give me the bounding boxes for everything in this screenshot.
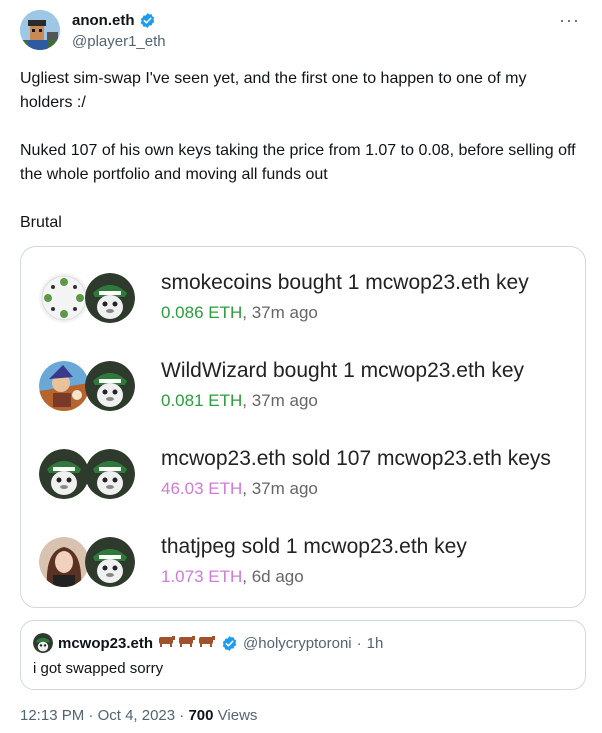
quoted-avatar [33, 633, 53, 653]
quoted-display-name: mcwop23.eth [58, 634, 154, 652]
trade-row: WildWizard bought 1 mcwop23.eth key 0.08… [39, 355, 579, 425]
trade-time: , 37m ago [242, 479, 318, 498]
trader-avatar [39, 361, 89, 411]
trade-detail: 0.081 ETH, 37m ago [161, 391, 318, 411]
trade-action: smokecoins bought 1 mcwop23.eth key [161, 271, 529, 294]
quoted-handle: @holycryptoroni [243, 634, 352, 652]
author-avatar[interactable] [20, 10, 60, 50]
trade-price: 1.073 ETH [161, 567, 243, 586]
trader-avatar [39, 273, 89, 323]
cow-emoji-icons [158, 634, 216, 652]
trade-detail: 0.086 ETH, 37m ago [161, 303, 318, 323]
verified-badge-icon [222, 635, 237, 651]
trade-detail: 46.03 ETH, 37m ago [161, 479, 318, 499]
tweet-text: Ugliest sim-swap I've seen yet, and the … [20, 67, 580, 235]
views-label: Views [217, 707, 258, 724]
trade-price: 0.086 ETH [161, 303, 243, 322]
trade-row: thatjpeg sold 1 mcwop23.eth key 1.073 ET… [39, 531, 579, 601]
trade-time: , 37m ago [242, 303, 318, 322]
tweet-meta: 12:13 PM · Oct 4, 2023 · 700 Views [20, 707, 257, 724]
quoted-text: i got swapped sorry [33, 660, 164, 677]
subject-avatar [85, 537, 135, 587]
subject-avatar [85, 449, 135, 499]
trade-detail: 1.073 ETH, 6d ago [161, 567, 304, 587]
trade-price: 46.03 ETH [161, 479, 243, 498]
media-card[interactable]: smokecoins bought 1 mcwop23.eth key 0.08… [20, 246, 586, 608]
trader-avatar [39, 449, 89, 499]
trade-row: smokecoins bought 1 mcwop23.eth key 0.08… [39, 267, 579, 337]
tweet-paragraph: Nuked 107 of his own keys taking the pri… [20, 142, 576, 183]
tweet-date[interactable]: Oct 4, 2023 [98, 707, 176, 724]
trade-time: , 6d ago [242, 567, 304, 586]
subject-avatar [85, 361, 135, 411]
trade-row: mcwop23.eth sold 107 mcwop23.eth keys 46… [39, 443, 579, 513]
subject-avatar [85, 273, 135, 323]
separator-dot: · [356, 634, 362, 652]
trade-action: thatjpeg sold 1 mcwop23.eth key [161, 535, 467, 558]
tweet-paragraph: Ugliest sim-swap I've seen yet, and the … [20, 70, 527, 111]
author-handle[interactable]: @player1_eth [72, 33, 166, 50]
trader-avatar [39, 537, 89, 587]
trade-action: WildWizard bought 1 mcwop23.eth key [161, 359, 524, 382]
trade-price: 0.081 ETH [161, 391, 243, 410]
tweet-paragraph: Brutal [20, 214, 62, 231]
quoted-time: 1h [366, 634, 384, 652]
verified-badge-icon [140, 13, 154, 28]
more-options-icon[interactable]: ··· [559, 10, 580, 31]
separator-dot: · [179, 707, 185, 724]
separator-dot: · [88, 707, 94, 724]
author-display-name[interactable]: anon.eth [72, 12, 135, 29]
trade-action: mcwop23.eth sold 107 mcwop23.eth keys [161, 447, 551, 470]
views-count: 700 [188, 707, 214, 724]
tweet-time[interactable]: 12:13 PM [20, 707, 84, 724]
trade-time: , 37m ago [242, 391, 318, 410]
quoted-tweet[interactable]: mcwop23.eth @holycryptoroni · 1h i got s… [20, 620, 586, 690]
